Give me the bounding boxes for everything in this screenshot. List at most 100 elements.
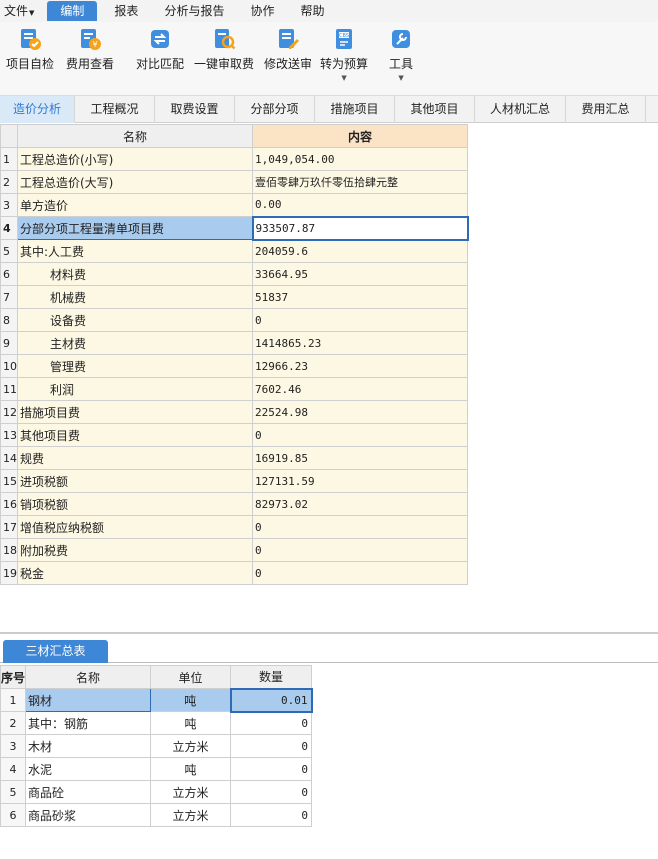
row-name[interactable]: 进项税额: [17, 469, 253, 493]
table-row[interactable]: 10 管理费 12966.23: [0, 354, 468, 378]
row-value[interactable]: 0: [252, 515, 468, 539]
dropdown-arrow-icon[interactable]: ▼: [389, 74, 413, 82]
tab-labor-material-summary[interactable]: 人材机汇总: [475, 96, 566, 123]
row-unit[interactable]: 立方米: [150, 803, 232, 827]
menu-edit[interactable]: 编制: [47, 1, 98, 21]
table-row[interactable]: 1 工程总造价(小写) 1,049,054.00: [0, 147, 468, 171]
row-name[interactable]: 水泥: [25, 757, 152, 781]
table-row[interactable]: 16 销项税额 82973.02: [0, 492, 468, 516]
row-name[interactable]: 利润: [17, 377, 253, 401]
table-row-selected[interactable]: 4 分部分项工程量清单项目费 933507.87: [0, 215, 469, 241]
row-value[interactable]: 127131.59: [252, 469, 468, 493]
table-row[interactable]: 3 木材 立方米 0: [0, 734, 313, 758]
row-value[interactable]: 1414865.23: [252, 331, 468, 355]
row-name[interactable]: 机械费: [17, 285, 253, 309]
row-name[interactable]: 主材费: [17, 331, 253, 355]
row-value[interactable]: 16919.85: [252, 446, 468, 470]
menu-report[interactable]: 报表: [105, 1, 147, 21]
row-unit[interactable]: 立方米: [150, 734, 232, 758]
row-unit[interactable]: 吨: [150, 688, 232, 712]
row-name[interactable]: 工程总造价(大写): [17, 170, 253, 194]
compare-match-button[interactable]: 对比匹配: [136, 27, 184, 72]
row-name[interactable]: 其中：钢筋: [25, 711, 152, 735]
row-name[interactable]: 税金: [17, 561, 253, 585]
row-value[interactable]: 51837: [252, 285, 468, 309]
table-row[interactable]: 11 利润 7602.46: [0, 377, 468, 401]
row-name[interactable]: 规费: [17, 446, 253, 470]
row-name[interactable]: 分部分项工程量清单项目费: [17, 216, 253, 240]
row-name[interactable]: 商品砼: [25, 780, 152, 804]
row-name[interactable]: 单方造价: [17, 193, 253, 217]
table-row[interactable]: 2 工程总造价(大写) 壹佰零肆万玖仟零伍拾肆元整: [0, 170, 468, 194]
row-name[interactable]: 其他项目费: [17, 423, 253, 447]
row-name[interactable]: 钢材: [25, 688, 152, 712]
tab-other-items[interactable]: 其他项目: [395, 96, 475, 123]
one-click-review-button[interactable]: 一键审取费: [194, 27, 254, 72]
table-row[interactable]: 9 主材费 1414865.23: [0, 331, 468, 355]
table-row[interactable]: 7 机械费 51837: [0, 285, 468, 309]
tab-sub-items[interactable]: 分部分项: [235, 96, 315, 123]
row-value[interactable]: 0.00: [252, 193, 468, 217]
name-column-header[interactable]: 名称: [25, 665, 152, 689]
convert-budget-button[interactable]: CBS 转为预算 ▼: [320, 27, 368, 82]
edit-submit-button[interactable]: 修改送审: [264, 27, 312, 72]
row-name[interactable]: 材料费: [17, 262, 253, 286]
row-value[interactable]: 7602.46: [252, 377, 468, 401]
tab-fee-settings[interactable]: 取费设置: [155, 96, 235, 123]
row-name[interactable]: 管理费: [17, 354, 253, 378]
row-name[interactable]: 工程总造价(小写): [17, 147, 253, 171]
tab-measures[interactable]: 措施项目: [315, 96, 395, 123]
table-row[interactable]: 8 设备费 0: [0, 308, 468, 332]
row-qty[interactable]: 0: [230, 757, 313, 781]
table-row[interactable]: 13 其他项目费 0: [0, 423, 468, 447]
table-row[interactable]: 3 单方造价 0.00: [0, 193, 468, 217]
table-row[interactable]: 2 其中：钢筋吨 0: [0, 711, 313, 735]
table-row[interactable]: 14 规费 16919.85: [0, 446, 468, 470]
table-row[interactable]: 6 商品砂浆 立方米 0: [0, 803, 313, 827]
table-row[interactable]: 19 税金 0: [0, 561, 468, 585]
row-value[interactable]: 壹佰零肆万玖仟零伍拾肆元整: [252, 170, 468, 194]
row-value[interactable]: 82973.02: [252, 492, 468, 516]
row-unit[interactable]: 立方米: [150, 780, 232, 804]
row-value[interactable]: 12966.23: [252, 354, 468, 378]
row-qty[interactable]: 0: [230, 803, 313, 827]
row-name[interactable]: 木材: [25, 734, 152, 758]
menu-help[interactable]: 帮助: [291, 1, 333, 21]
row-name[interactable]: 措施项目费: [17, 400, 253, 424]
tab-fee-summary[interactable]: 费用汇总: [566, 96, 646, 123]
table-row[interactable]: 12 措施项目费 22524.98: [0, 400, 468, 424]
row-name[interactable]: 设备费: [17, 308, 253, 332]
row-value[interactable]: 33664.95: [252, 262, 468, 286]
menu-file[interactable]: 文件▼: [0, 1, 43, 21]
row-name[interactable]: 增值税应纳税额: [17, 515, 253, 539]
seq-column-header[interactable]: 序号: [0, 665, 27, 689]
row-unit[interactable]: 吨: [150, 711, 232, 735]
table-row[interactable]: 5 商品砼 立方米 0: [0, 780, 313, 804]
fee-view-button[interactable]: ¥ 费用查看: [66, 27, 114, 72]
menu-analysis-report[interactable]: 分析与报告: [155, 1, 233, 21]
row-value[interactable]: 1,049,054.00: [252, 147, 468, 171]
dropdown-arrow-icon[interactable]: ▼: [320, 74, 368, 82]
project-check-button[interactable]: 项目自检: [6, 27, 54, 72]
table-row[interactable]: 18 附加税费 0: [0, 538, 468, 562]
row-value[interactable]: 22524.98: [252, 400, 468, 424]
row-name[interactable]: 其中:人工费: [17, 239, 253, 263]
table-row[interactable]: 15 进项税额 127131.59: [0, 469, 468, 493]
row-qty[interactable]: 0: [230, 780, 313, 804]
row-value[interactable]: 0: [252, 423, 468, 447]
name-column-header[interactable]: 名称: [17, 124, 253, 148]
table-row-selected[interactable]: 1 钢材吨 0.01: [0, 687, 313, 713]
tab-three-materials-summary[interactable]: 三材汇总表: [3, 640, 108, 663]
row-value[interactable]: 933507.87: [251, 215, 469, 241]
row-name[interactable]: 销项税额: [17, 492, 253, 516]
content-column-header[interactable]: 内容: [252, 124, 468, 148]
row-value[interactable]: 0: [252, 308, 468, 332]
row-name[interactable]: 附加税费: [17, 538, 253, 562]
row-name[interactable]: 商品砂浆: [25, 803, 152, 827]
tab-project-overview[interactable]: 工程概况: [75, 96, 155, 123]
row-qty[interactable]: 0: [230, 711, 313, 735]
qty-column-header[interactable]: 数量: [230, 665, 313, 689]
unit-column-header[interactable]: 单位: [150, 665, 232, 689]
row-value[interactable]: 0: [252, 538, 468, 562]
row-qty[interactable]: 0: [230, 734, 313, 758]
